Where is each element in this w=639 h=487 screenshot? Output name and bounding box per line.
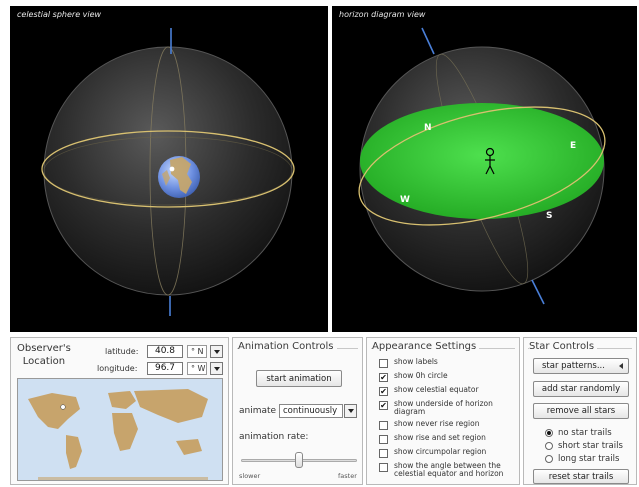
compass-east: E xyxy=(570,141,576,151)
appearance-option[interactable]: ✔ show underside of horizon diagram xyxy=(379,400,519,416)
animate-mode-dropdown-arrow-icon[interactable] xyxy=(344,404,357,418)
slower-label: slower xyxy=(239,472,261,480)
star-controls-title: Star Controls xyxy=(529,341,598,352)
appearance-option-label: show celestial equator xyxy=(394,385,479,394)
radio-selected-icon[interactable] xyxy=(545,429,553,437)
start-animation-button[interactable]: start animation xyxy=(256,370,342,387)
appearance-option-label: show 0h circle xyxy=(394,371,448,380)
appearance-option-label: show labels xyxy=(394,357,438,366)
appearance-option-label: show circumpolar region xyxy=(394,447,487,456)
checkbox-unchecked-icon[interactable] xyxy=(379,435,388,444)
appearance-option[interactable]: show never rise region xyxy=(379,420,519,430)
appearance-option[interactable]: show the angle between the celestial equ… xyxy=(379,462,519,478)
animation-controls-panel: Animation Controls start animation anima… xyxy=(232,337,363,485)
appearance-option-label: show underside of horizon diagram xyxy=(394,399,493,416)
compass-west: W xyxy=(400,195,410,205)
checkbox-checked-icon[interactable]: ✔ xyxy=(379,387,388,396)
appearance-option-label: show never rise region xyxy=(394,419,480,428)
star-patterns-label: star patterns... xyxy=(542,361,605,371)
horizon-plane xyxy=(360,103,604,219)
star-trail-label: short star trails xyxy=(558,441,623,451)
animate-mode-select[interactable]: continuously xyxy=(279,404,343,418)
star-trail-option[interactable]: long star trails xyxy=(545,454,619,464)
latitude-input[interactable]: 40.8 xyxy=(147,345,183,358)
appearance-option-label: show rise and set region xyxy=(394,433,486,442)
checkbox-unchecked-icon[interactable] xyxy=(379,421,388,430)
latitude-hemisphere-select[interactable]: ° N xyxy=(187,345,207,358)
radio-unselected-icon[interactable] xyxy=(545,455,553,463)
chevron-left-icon xyxy=(619,363,623,369)
appearance-option[interactable]: show rise and set region xyxy=(379,434,519,444)
checkbox-unchecked-icon[interactable] xyxy=(379,359,388,368)
compass-north: N xyxy=(424,123,432,133)
reset-star-trails-button[interactable]: reset star trails xyxy=(533,469,629,484)
checkbox-checked-icon[interactable]: ✔ xyxy=(379,401,388,410)
faster-label: faster xyxy=(338,472,357,480)
animation-rate-label: animation rate: xyxy=(239,432,309,442)
checkbox-checked-icon[interactable]: ✔ xyxy=(379,373,388,382)
star-patterns-button[interactable]: star patterns... xyxy=(533,358,629,374)
star-trail-label: long star trails xyxy=(558,454,620,464)
longitude-hemisphere-select[interactable]: ° W xyxy=(187,362,207,375)
animation-rate-slider-thumb[interactable] xyxy=(295,452,303,468)
compass-south: S xyxy=(546,211,552,221)
world-map-graphic xyxy=(28,389,208,480)
appearance-option-label: show the angle between the celestial equ… xyxy=(394,461,504,478)
longitude-label: longitude: xyxy=(97,364,138,373)
observer-location-panel: Observer's Location latitude: 40.8 ° N l… xyxy=(10,337,229,485)
horizon-north-axis xyxy=(421,27,435,55)
appearance-settings-panel: Appearance Settings show labels ✔ show 0h … xyxy=(366,337,520,485)
star-controls-panel: Star Controls star patterns... add star … xyxy=(523,337,637,485)
checkbox-unchecked-icon[interactable] xyxy=(379,449,388,458)
longitude-input[interactable]: 96.7 xyxy=(147,362,183,375)
horizon-south-axis xyxy=(531,279,545,305)
appearance-option[interactable]: show circumpolar region xyxy=(379,448,519,458)
remove-all-stars-button[interactable]: remove all stars xyxy=(533,403,629,419)
add-star-button[interactable]: add star randomly xyxy=(533,381,629,397)
latitude-dropdown-arrow-icon[interactable] xyxy=(210,345,223,358)
appearance-option[interactable]: show labels xyxy=(379,358,519,368)
observer-title: Observer's Location xyxy=(17,343,71,367)
celestial-sphere-view[interactable]: celestial sphere view xyxy=(10,6,328,332)
celestial-sphere-graphic xyxy=(41,28,295,316)
map-continents xyxy=(28,389,208,480)
star-trail-option[interactable]: short star trails xyxy=(545,441,623,451)
star-trail-option[interactable]: no star trails xyxy=(545,428,612,438)
map-observer-marker xyxy=(60,404,66,410)
horizon-diagram-graphic: N E W S xyxy=(358,27,606,305)
world-map[interactable] xyxy=(17,378,223,481)
star-trail-label: no star trails xyxy=(558,428,612,438)
radio-unselected-icon[interactable] xyxy=(545,442,553,450)
appearance-option[interactable]: ✔ show 0h circle xyxy=(379,372,519,382)
animate-label: animate xyxy=(239,406,277,416)
longitude-dropdown-arrow-icon[interactable] xyxy=(210,362,223,375)
appearance-settings-title: Appearance Settings xyxy=(372,341,480,352)
appearance-option[interactable]: ✔ show celestial equator xyxy=(379,386,519,396)
animation-controls-title: Animation Controls xyxy=(238,341,337,352)
horizon-diagram-view[interactable]: horizon diagram view N E W S xyxy=(332,6,637,332)
latitude-label: latitude: xyxy=(105,347,139,356)
checkbox-unchecked-icon[interactable] xyxy=(379,463,388,472)
observer-marker xyxy=(169,166,175,172)
